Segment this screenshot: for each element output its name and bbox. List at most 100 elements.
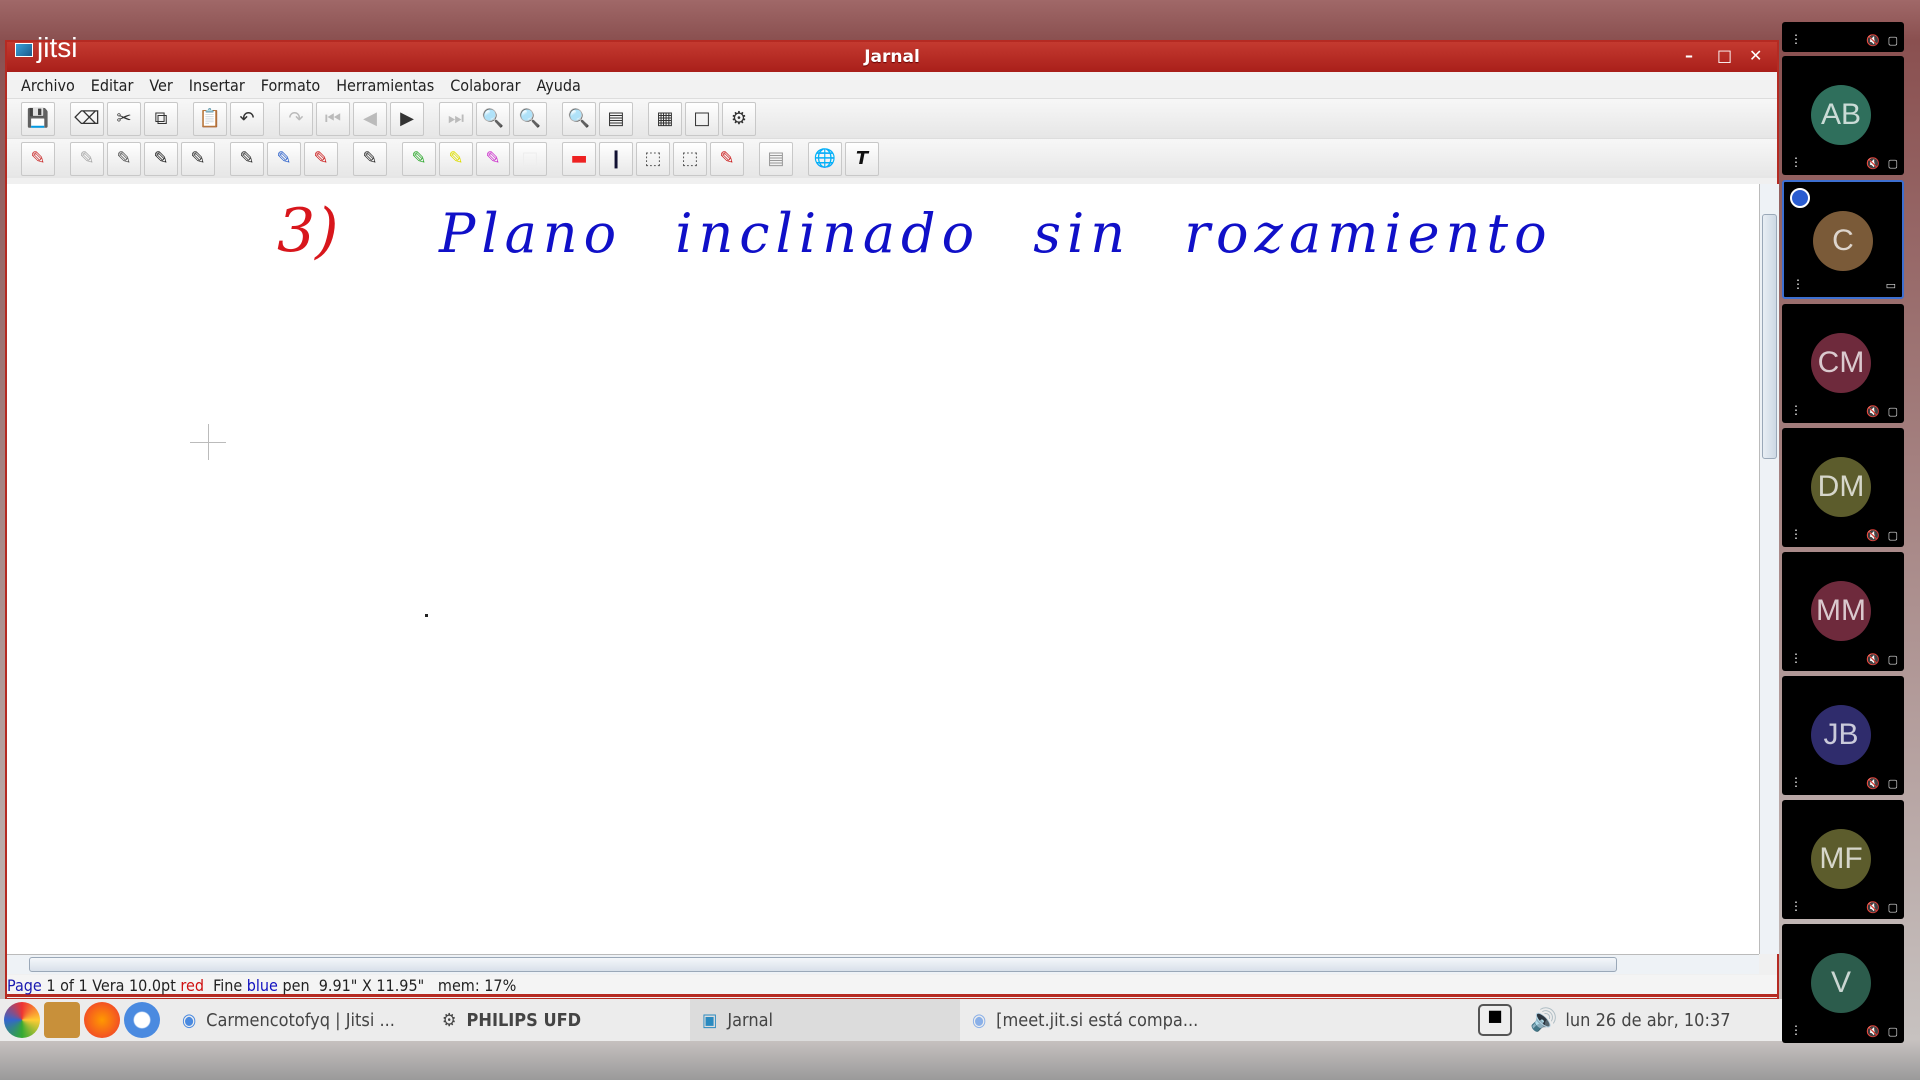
menu-archivo[interactable]: Archivo [13,76,83,95]
pen-dark-button[interactable]: ✎ [144,141,178,176]
status-pen-width: Fine [203,976,247,995]
avatar: DM [1811,457,1871,517]
vertical-line-button[interactable]: ❙ [599,141,633,176]
paste-button[interactable]: 📋 [193,101,227,136]
copy-button[interactable]: ⧉ [144,101,178,136]
cut-button[interactable]: ✂ [107,101,141,136]
image-insert-button[interactable]: ▤ [759,141,793,176]
camera-off-icon: ▢ [1887,653,1898,666]
avatar: AB [1811,85,1871,145]
eraser-pen-button[interactable]: ✎ [710,141,744,176]
camera-off-icon: ▢ [1887,405,1898,418]
more-icon[interactable]: ⋮ [1790,32,1802,46]
status-page: Page [7,976,42,995]
menu-editar[interactable]: Editar [83,76,142,95]
next-page-button[interactable]: ▶ [390,101,424,136]
participant-tile[interactable]: DM ⋮ 🔇 ▢ [1782,428,1904,547]
pen-multicolor-button[interactable]: ✎ [21,141,55,176]
zoom-in-button[interactable]: 🔍 [476,101,510,136]
participant-tile[interactable]: C ⋮ ▭ [1782,180,1904,299]
chromium-icon[interactable] [124,1002,160,1038]
participant-tile[interactable]: JB ⋮ 🔇 ▢ [1782,676,1904,795]
pen-medium-button[interactable]: ✎ [107,141,141,176]
more-icon[interactable]: ⋮ [1790,527,1802,541]
pen-color-picker-button[interactable]: ✎ [353,141,387,176]
clock[interactable]: lun 26 de abr, 10:37 [1557,999,1742,1041]
firefox-icon[interactable] [84,1002,120,1038]
select-all-button[interactable]: ⬚ [673,141,707,176]
white-pen-button[interactable]: □ [513,141,547,176]
highlighter-green-button[interactable]: ✎ [402,141,436,176]
participant-tile[interactable]: CM ⋮ 🔇 ▢ [1782,304,1904,423]
more-icon[interactable]: ⋮ [1790,1023,1802,1037]
redo-button[interactable]: ↷ [279,101,313,136]
menu-herramientas[interactable]: Herramientas [328,76,442,95]
task-jarnal[interactable]: ▣ Jarnal [690,999,960,1041]
save-button[interactable]: 💾 [21,101,55,136]
horizontal-line-button[interactable]: ▬ [562,141,596,176]
notes-launcher-icon[interactable] [44,1002,80,1038]
undo-button[interactable]: ↶ [230,101,264,136]
screen-share-icon: ▭ [1885,279,1896,292]
window-title: Jarnal [864,47,920,67]
scroll-thumb[interactable] [29,957,1617,972]
drawing-canvas[interactable]: 3) Plano inclinado sin rozamiento [7,184,1759,954]
mic-muted-icon: 🔇 [1866,34,1880,47]
eraser-button[interactable]: ⌫ [70,101,104,136]
vertical-scrollbar[interactable] [1759,184,1779,954]
refresh-button[interactable]: ⚙ [722,101,756,136]
participant-tile[interactable]: V ⋮ 🔇 ▢ [1782,924,1904,1043]
new-page-button[interactable]: □ [685,101,719,136]
highlighter-yellow-button[interactable]: ✎ [439,141,473,176]
title-bar[interactable]: jitsi Jarnal – □ ✕ [7,32,1777,72]
highlighter-magenta-button[interactable]: ✎ [476,141,510,176]
pen-light-button[interactable]: ✎ [70,141,104,176]
pen-blue-button[interactable]: ✎ [267,141,301,176]
main-toolbar: 💾 ⌫ ✂ ⧉ 📋 ↶ ↷ ⏮ ◀ ▶ ⏭ 🔍 🔍 🔍 ▤ ▦ □ ⚙ [7,98,1777,138]
jarnal-window: jitsi Jarnal – □ ✕ Archivo Editar Ver Inser… [5,32,1779,1000]
minimize-button[interactable]: – [1685,46,1693,65]
grid-pages-button[interactable]: ▦ [648,101,682,136]
mic-muted-icon: 🔇 [1866,405,1880,418]
first-page-button[interactable]: ⏮ [316,101,350,136]
zoom-fit-button[interactable]: 🔍 [562,101,596,136]
pen-red-button[interactable]: ✎ [304,141,338,176]
participant-tile-partial[interactable]: ⋮ 🔇 ▢ [1782,22,1904,52]
pen-bold-button[interactable]: ✎ [181,141,215,176]
camera-off-icon: ▢ [1887,157,1898,170]
volume-icon[interactable]: 🔊 [1530,1008,1557,1033]
link-insert-button[interactable]: 🌐 [808,141,842,176]
pen-black-button[interactable]: ✎ [230,141,264,176]
menu-ayuda[interactable]: Ayuda [529,76,589,95]
task-jitsi[interactable]: ◉ Carmencotofyq | Jitsi ... [170,999,430,1041]
last-page-button[interactable]: ⏭ [439,101,473,136]
task-philips[interactable]: ⚙ PHILIPS UFD [430,999,690,1041]
menu-ver[interactable]: Ver [141,76,180,95]
menu-launcher-icon[interactable] [4,1002,40,1038]
select-region-button[interactable]: ⬚ [636,141,670,176]
task-meet-sharing[interactable]: ◉ [meet.jit.si está compa... [960,999,1478,1041]
participant-tile[interactable]: MM ⋮ 🔇 ▢ [1782,552,1904,671]
maximize-button[interactable]: □ [1717,46,1732,65]
participant-tile[interactable]: AB ⋮ 🔇 ▢ [1782,56,1904,175]
text-tool-button[interactable]: T [845,141,879,176]
more-icon[interactable]: ⋮ [1792,277,1804,291]
more-icon[interactable]: ⋮ [1790,899,1802,913]
more-icon[interactable]: ⋮ [1790,403,1802,417]
status-bar: Page 1 of 1 Vera 10.0pt red Fine blue pe… [7,975,1777,997]
prev-page-button[interactable]: ◀ [353,101,387,136]
horizontal-scrollbar[interactable] [7,954,1759,974]
single-page-button[interactable]: ▤ [599,101,633,136]
more-icon[interactable]: ⋮ [1790,155,1802,169]
close-button[interactable]: ✕ [1749,46,1762,65]
scroll-thumb[interactable] [1762,214,1777,459]
more-icon[interactable]: ⋮ [1790,651,1802,665]
menu-insertar[interactable]: Insertar [181,76,253,95]
participant-tile[interactable]: MF ⋮ 🔇 ▢ [1782,800,1904,919]
menu-formato[interactable]: Formato [253,76,328,95]
mic-muted-icon: 🔇 [1866,529,1880,542]
more-icon[interactable]: ⋮ [1790,775,1802,789]
zoom-out-button[interactable]: 🔍 [513,101,547,136]
menu-colaborar[interactable]: Colaborar [442,76,528,95]
network-icon[interactable]: ■ [1478,1004,1512,1036]
